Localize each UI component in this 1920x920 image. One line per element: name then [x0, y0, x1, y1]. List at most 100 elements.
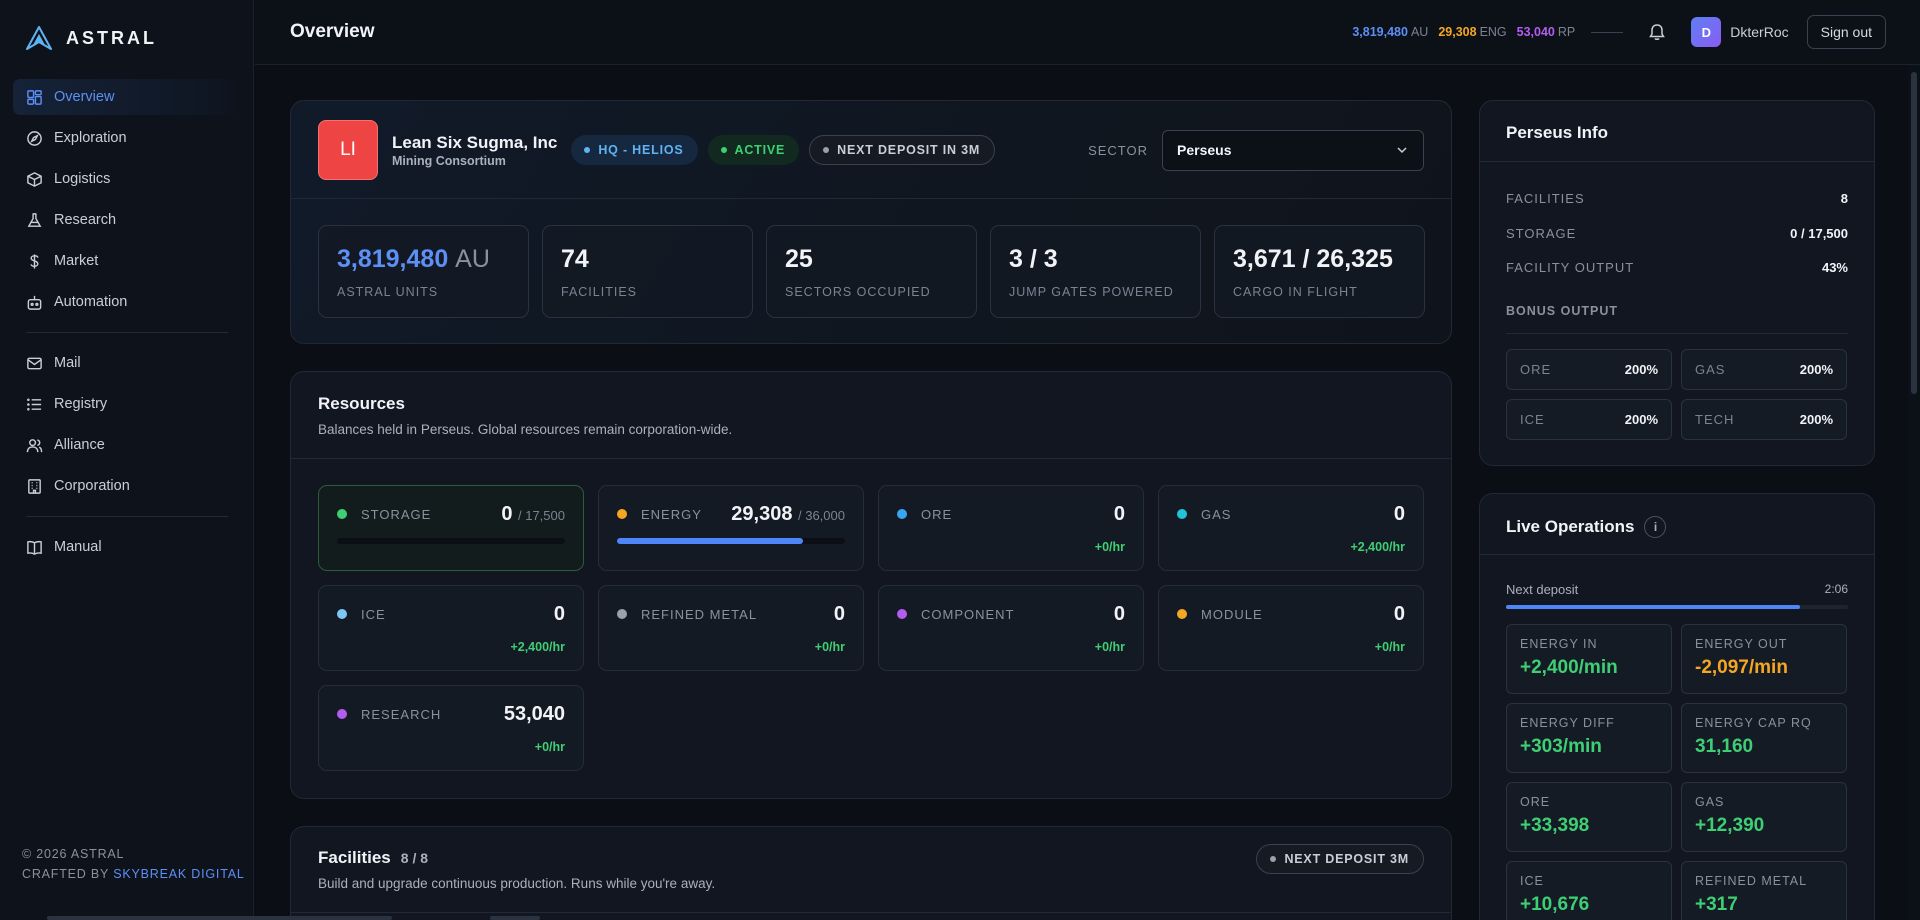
sidebar-item-manual[interactable]: Manual: [13, 529, 241, 565]
resource-label: MODULE: [1201, 607, 1263, 622]
resource-value: 0: [1393, 503, 1405, 525]
sector-select[interactable]: Perseus: [1162, 129, 1424, 171]
sidebar-item-label: Overview: [54, 89, 115, 105]
sidebar-item-label: Alliance: [54, 437, 105, 453]
resource-dot: [337, 509, 347, 519]
status-dot: [720, 147, 727, 153]
nav-divider: [26, 332, 228, 333]
corporation-type: Mining Consortium: [392, 153, 506, 168]
sidebar-item-alliance[interactable]: Alliance: [13, 427, 241, 463]
stats-row: 3,819,480 AU ASTRAL UNITS 74 FACILITIES …: [318, 225, 1425, 318]
resource-dot: [617, 609, 627, 619]
info-value: 8: [1840, 191, 1848, 206]
sidebar-item-corporation[interactable]: Corporation: [13, 468, 241, 504]
info-row-storage: STORAGE 0 / 17,500: [1506, 226, 1848, 261]
resource-card-component[interactable]: COMPONENT 0 +0/hr: [878, 585, 1144, 671]
bonus-gas: GAS 200%: [1681, 349, 1847, 390]
op-energy-out: ENERGY OUT -2,097/min: [1681, 624, 1847, 694]
chevron-down-icon: [1397, 147, 1407, 154]
resource-label: ICE: [361, 607, 386, 622]
op-key: ENERGY CAP RQ: [1695, 716, 1812, 730]
energy-progress: [617, 538, 845, 544]
resource-rate: +2,400/hr: [510, 640, 565, 654]
resource-label: GAS: [1201, 507, 1232, 522]
resource-rate: +0/hr: [1094, 540, 1125, 554]
op-ice: ICE +10,676: [1506, 861, 1672, 920]
flask-icon: [27, 212, 42, 227]
sidebar-item-exploration[interactable]: Exploration: [13, 120, 241, 156]
sector-value: Perseus: [1177, 142, 1232, 158]
resource-value: 29,308 / 36,000: [731, 503, 845, 526]
op-value: +33,398: [1520, 815, 1590, 836]
facilities-deposit-badge: NEXT DEPOSIT 3M: [1256, 844, 1424, 874]
resource-dot: [897, 609, 907, 619]
op-key: ENERGY DIFF: [1520, 716, 1615, 730]
skybreak-link[interactable]: SKYBREAK DIGITAL: [113, 867, 244, 881]
live-operations-panel: Live Operations i Next deposit 2:06 ENERG…: [1479, 493, 1875, 920]
stat-value: 74: [561, 245, 589, 273]
resource-card-research[interactable]: RESEARCH 53,040 +0/hr: [318, 685, 584, 771]
bonus-key: ORE: [1520, 362, 1552, 377]
hq-label: HQ - HELIOS: [598, 143, 684, 157]
facilities-panel: Facilities 8 / 8 Build and upgrade contin…: [290, 826, 1452, 920]
resource-grid: STORAGE 0 / 17,500 ENERGY 29,308 / 36,00…: [318, 485, 1424, 771]
facilities-title: Facilities 8 / 8: [318, 848, 428, 868]
avatar[interactable]: D: [1691, 17, 1722, 47]
sidebar-item-market[interactable]: Market: [13, 243, 241, 279]
rp-unit: RP: [1557, 25, 1576, 39]
divider: [291, 198, 1451, 199]
resource-card-ore[interactable]: ORE 0 +0/hr: [878, 485, 1144, 571]
resource-card-ice[interactable]: ICE 0 +2,400/hr: [318, 585, 584, 671]
sidebar-item-mail[interactable]: Mail: [13, 345, 241, 381]
op-key: REFINED METAL: [1695, 874, 1808, 888]
copyright: © 2026 ASTRAL: [22, 847, 125, 861]
scrollbar-thumb[interactable]: [1911, 72, 1917, 394]
astral-logo-icon: [26, 26, 52, 50]
horizontal-scrollbar-thumb-secondary[interactable]: [490, 916, 540, 920]
brand-name: ASTRAL: [66, 27, 157, 48]
info-icon[interactable]: i: [1644, 516, 1667, 538]
sector-label: SECTOR: [1088, 142, 1148, 158]
resource-label: ENERGY: [641, 507, 702, 522]
divider: [291, 458, 1451, 459]
bell-icon[interactable]: [1647, 22, 1667, 42]
resource-card-gas[interactable]: GAS 0 +2,400/hr: [1158, 485, 1424, 571]
bonus-key: TECH: [1695, 412, 1735, 427]
divider: [1480, 554, 1874, 555]
horizontal-scrollbar-thumb[interactable]: [47, 916, 392, 920]
sector-picker: SECTOR Perseus: [1088, 129, 1424, 171]
op-key: ORE: [1520, 795, 1551, 809]
resource-card-refined-metal[interactable]: REFINED METAL 0 +0/hr: [598, 585, 864, 671]
sidebar-item-automation[interactable]: Automation: [13, 284, 241, 320]
resource-dot: [337, 609, 347, 619]
brand[interactable]: ASTRAL: [26, 26, 157, 50]
sidebar-item-logistics[interactable]: Logistics: [13, 161, 241, 197]
stat-label: FACILITIES: [561, 285, 637, 299]
op-refined-metal: REFINED METAL +317: [1681, 861, 1847, 920]
status-label: ACTIVE: [734, 143, 786, 157]
sidebar-item-registry[interactable]: Registry: [13, 386, 241, 422]
bonus-tech: TECH 200%: [1681, 399, 1847, 440]
resource-card-energy[interactable]: ENERGY 29,308 / 36,000: [598, 485, 864, 571]
username[interactable]: DkterRoc: [1730, 24, 1788, 40]
sidebar-footer: © 2026 ASTRAL CRAFTED BY SKYBREAK DIGITA…: [22, 844, 245, 884]
sector-info-title: Perseus Info: [1506, 123, 1609, 142]
page-title: Overview: [290, 21, 375, 42]
info-row-facilities: FACILITIES 8: [1506, 191, 1848, 226]
op-value: +303/min: [1520, 736, 1602, 757]
resource-label: ORE: [921, 507, 953, 522]
resource-card-storage[interactable]: STORAGE 0 / 17,500: [318, 485, 584, 571]
sidebar-item-research[interactable]: Research: [13, 202, 241, 238]
stat-value: 3,819,480 AU: [337, 245, 510, 274]
sidebar-item-label: Registry: [54, 396, 108, 412]
sidebar-item-overview[interactable]: Overview: [13, 79, 241, 115]
sign-out-button[interactable]: Sign out: [1806, 15, 1886, 49]
stat-label: SECTORS OCCUPIED: [785, 285, 931, 299]
resource-dot: [1177, 609, 1187, 619]
resource-card-module[interactable]: MODULE 0 +0/hr: [1158, 585, 1424, 671]
dashboard-icon: [27, 89, 42, 105]
resources-title: Resources: [318, 394, 405, 413]
stat-label: JUMP GATES POWERED: [1009, 285, 1174, 299]
op-value: +10,676: [1520, 894, 1590, 915]
crafted-prefix: CRAFTED BY: [22, 867, 109, 881]
